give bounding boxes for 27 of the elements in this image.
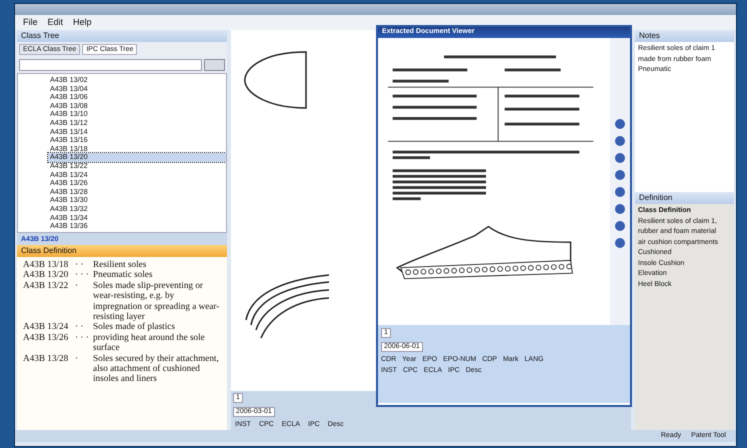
menu-item[interactable]: Help bbox=[73, 17, 92, 28]
class-code: A43B 13/20 bbox=[23, 269, 70, 280]
panel-title: Class Tree bbox=[21, 31, 60, 41]
indent-dots: · · · bbox=[75, 332, 90, 344]
search-field[interactable] bbox=[19, 59, 202, 71]
class-code: A43B 13/28 bbox=[23, 352, 70, 365]
indent-dots: · bbox=[75, 280, 80, 292]
panel-title: Notes bbox=[639, 31, 660, 41]
class-text: Resilient soles bbox=[93, 259, 148, 270]
class-code: A43B 13/24 bbox=[23, 321, 70, 332]
class-code: A43B 13/22 bbox=[23, 280, 70, 292]
menu-item[interactable]: Edit bbox=[48, 17, 64, 28]
class-code: A43B 13/26 bbox=[23, 332, 70, 344]
indent-dots: · bbox=[75, 352, 80, 365]
class-text: Soles secured by their attachment, also attachment of cushioned insoles and liners bbox=[93, 352, 220, 384]
class-text: Soles made slip-preventing or wear-resisting, e.g. by impregnation or spreading a wear-resisting layer bbox=[93, 280, 220, 322]
class-text: Soles made of plastics bbox=[93, 321, 176, 332]
indent-dots: · · bbox=[75, 259, 84, 270]
class-text: Pneumatic soles bbox=[93, 269, 154, 280]
indent-dots: · · · bbox=[75, 269, 90, 280]
indent-dots: · · bbox=[75, 321, 84, 332]
class-code: A43B 13/18 bbox=[23, 259, 70, 270]
panel-title: Definition bbox=[639, 193, 672, 203]
panel-title: Class Definition bbox=[21, 246, 77, 256]
search-button[interactable] bbox=[204, 59, 225, 71]
menu-item[interactable]: File bbox=[23, 17, 38, 28]
class-text: providing heat around the sole surface bbox=[93, 332, 206, 353]
